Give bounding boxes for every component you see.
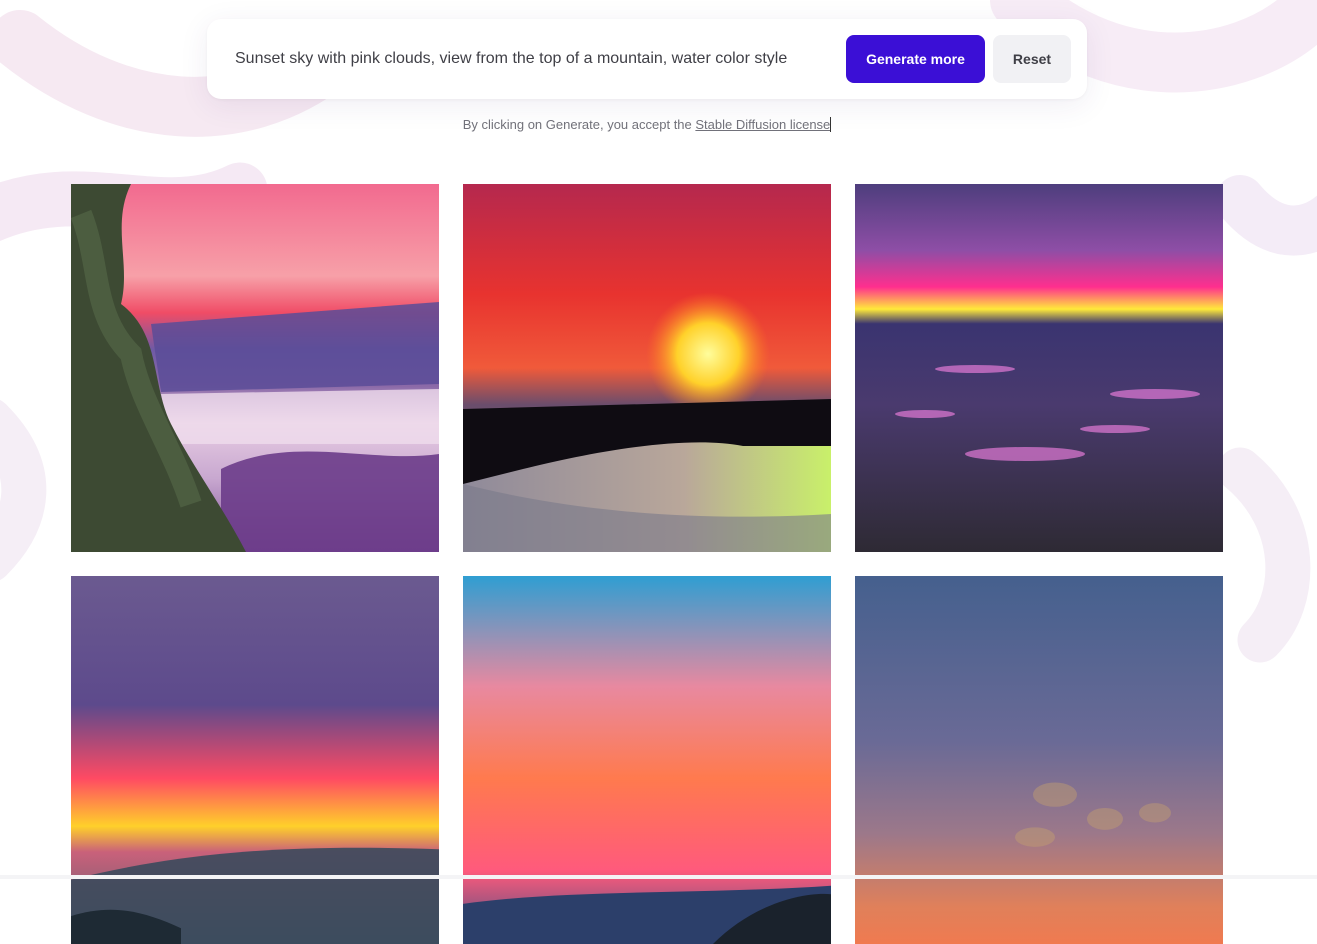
- generated-image-6[interactable]: [855, 576, 1223, 944]
- prompt-input[interactable]: Sunset sky with pink clouds, view from t…: [235, 19, 787, 99]
- bottom-edge: [0, 875, 1317, 879]
- generated-image-3[interactable]: [855, 184, 1223, 552]
- text-caret: [830, 117, 832, 132]
- generated-image-5[interactable]: [463, 576, 831, 944]
- license-link[interactable]: Stable Diffusion license: [695, 117, 830, 132]
- generated-image-2[interactable]: [463, 184, 831, 552]
- license-prefix: By clicking on Generate, you accept the: [462, 117, 692, 132]
- license-notice: By clicking on Generate, you accept the …: [0, 117, 1294, 132]
- generated-image-4[interactable]: [71, 576, 439, 944]
- reset-button[interactable]: Reset: [993, 35, 1071, 83]
- generated-image-1[interactable]: [71, 184, 439, 552]
- generate-more-button[interactable]: Generate more: [846, 35, 985, 83]
- prompt-bar: Sunset sky with pink clouds, view from t…: [207, 19, 1087, 99]
